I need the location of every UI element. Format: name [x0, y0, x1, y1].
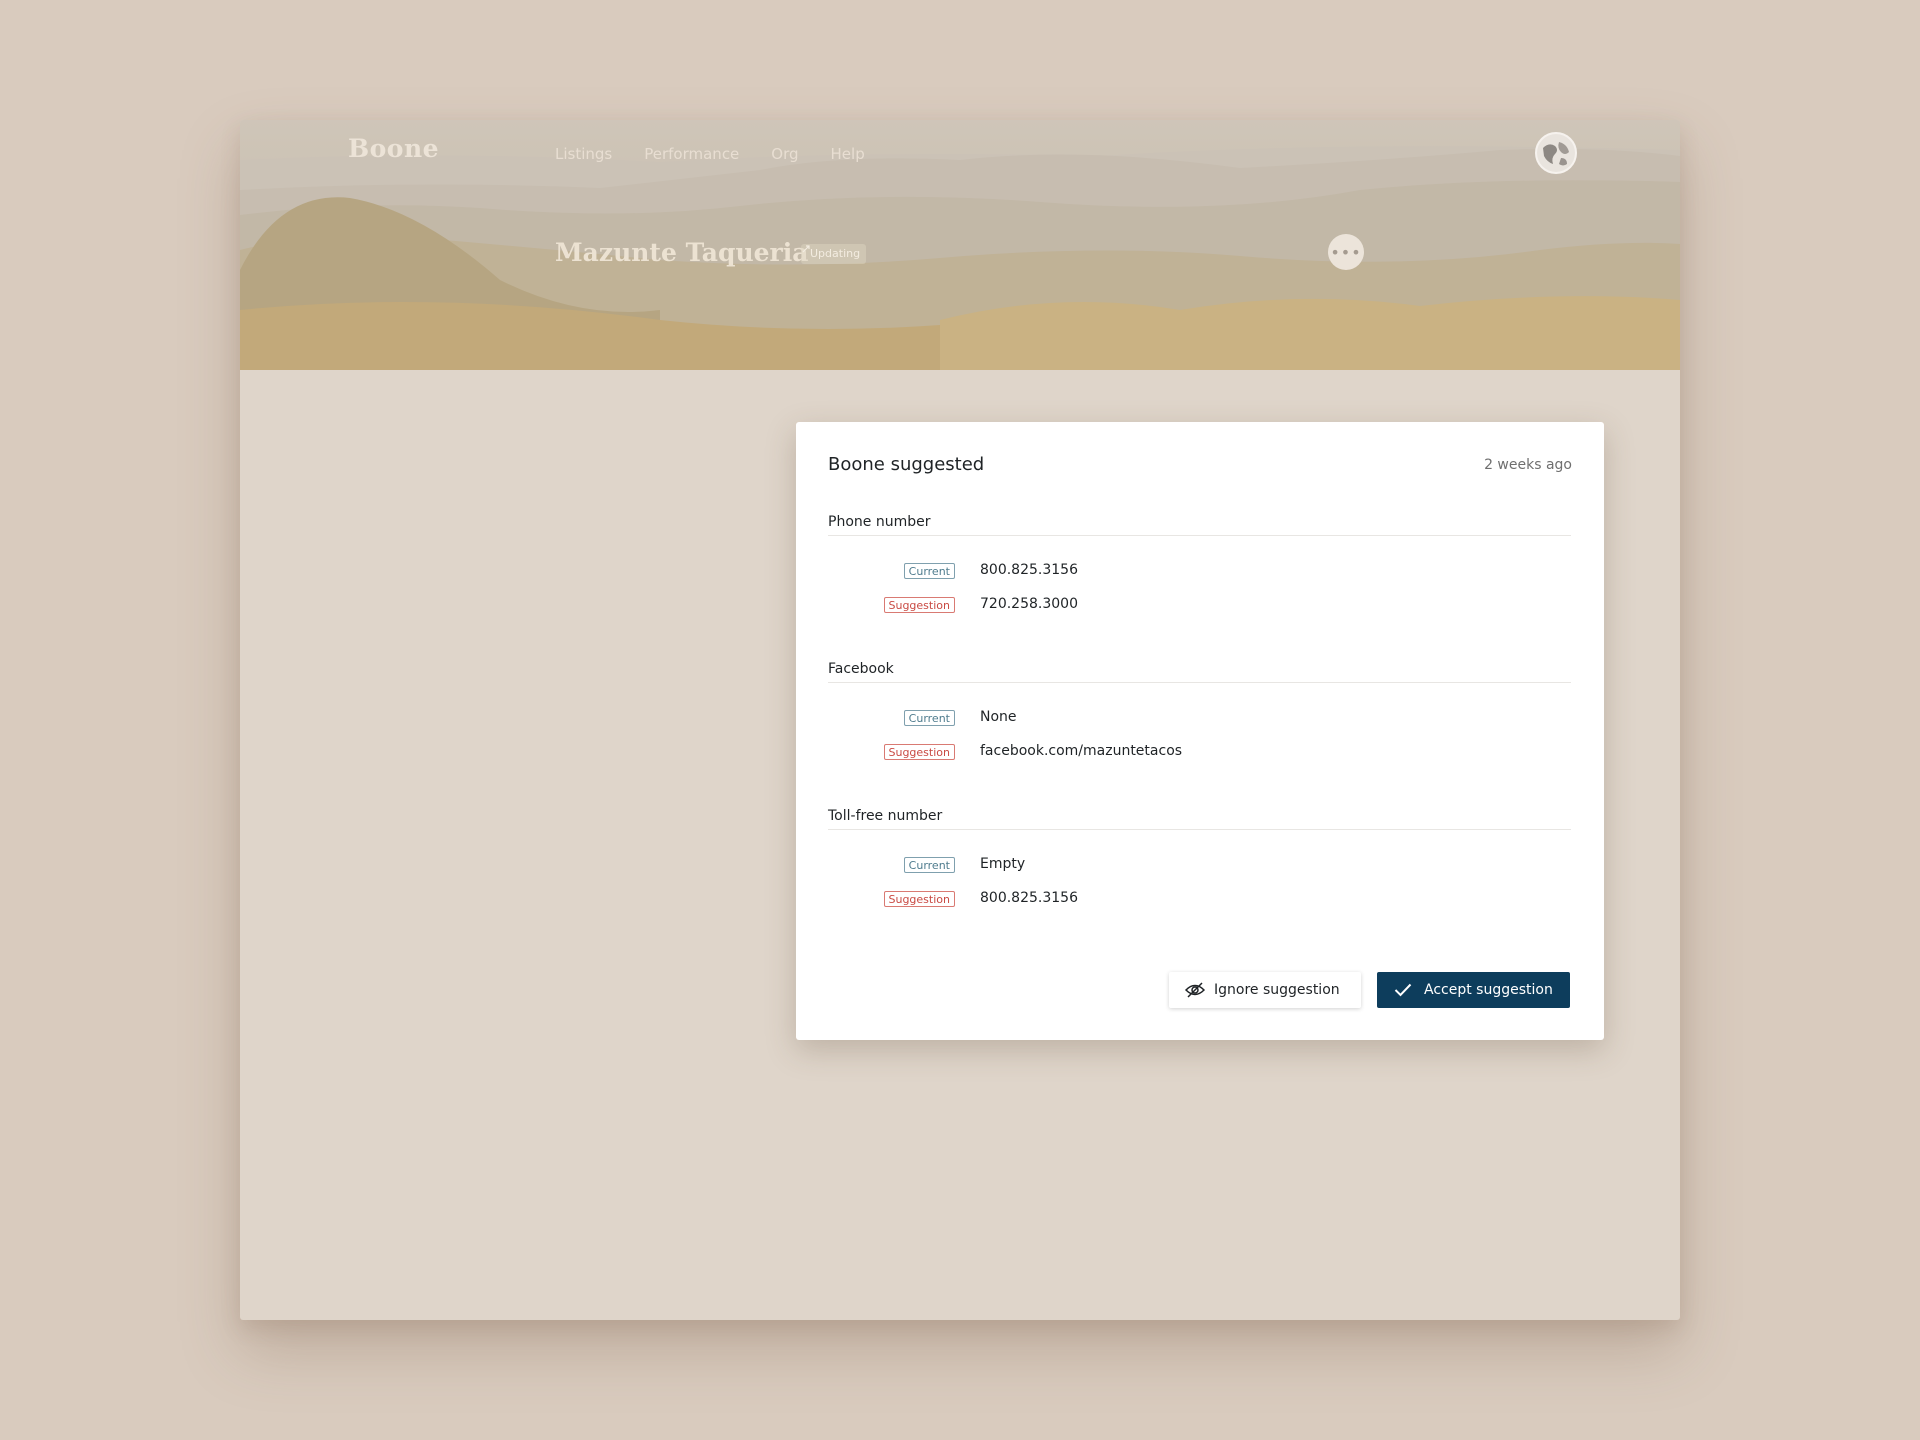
- suggestion-tag: Suggestion: [883, 744, 955, 760]
- landscape-image: [240, 120, 1680, 370]
- section-label: Toll-free number: [828, 808, 1571, 830]
- section-toll-free-number: Toll-free number Current Empty Suggestio…: [828, 808, 1571, 907]
- ellipsis-icon: •••: [1330, 242, 1362, 262]
- check-icon: [1394, 983, 1412, 997]
- nav-help[interactable]: Help: [831, 145, 865, 163]
- accept-suggestion-button[interactable]: Accept suggestion: [1377, 972, 1570, 1008]
- current-value: Empty: [980, 856, 1026, 872]
- avatar[interactable]: [1535, 132, 1577, 174]
- nav-performance[interactable]: Performance: [644, 145, 739, 163]
- status-badge: Updating: [801, 244, 867, 264]
- suggestion-tag: Suggestion: [883, 597, 955, 613]
- current-tag: Current: [903, 710, 955, 726]
- section-label: Facebook: [828, 661, 1571, 683]
- suggestion-row: Suggestion 800.825.3156: [828, 890, 1571, 910]
- ignore-suggestion-label: Ignore suggestion: [1214, 982, 1340, 998]
- suggestion-modal: Boone suggested 2 weeks ago Phone number…: [796, 422, 1604, 1040]
- suggestion-tag: Suggestion: [883, 891, 955, 907]
- nav-org[interactable]: Org: [771, 145, 798, 163]
- section-phone-number: Phone number Current 800.825.3156 Sugges…: [828, 514, 1571, 613]
- current-tag: Current: [903, 857, 955, 873]
- brand-logo[interactable]: Boone: [348, 134, 439, 163]
- suggestion-row: Suggestion 720.258.3000: [828, 596, 1571, 616]
- suggestion-row: Suggestion facebook.com/mazuntetacos: [828, 743, 1571, 763]
- current-row: Current None: [828, 709, 1571, 729]
- app-window: Boone Listings Performance Org Help Mazu…: [240, 120, 1680, 1320]
- section-label: Phone number: [828, 514, 1571, 536]
- more-options-button[interactable]: •••: [1328, 234, 1364, 270]
- suggestion-value: facebook.com/mazuntetacos: [980, 743, 1183, 759]
- current-row: Current 800.825.3156: [828, 562, 1571, 582]
- modal-timestamp: 2 weeks ago: [1484, 457, 1572, 473]
- status-badge-label: Updating: [810, 247, 861, 260]
- section-facebook: Facebook Current None Suggestion faceboo…: [828, 661, 1571, 760]
- listing-title: Mazunte Taqueria: [555, 238, 809, 267]
- accept-suggestion-label: Accept suggestion: [1424, 982, 1553, 998]
- current-value: 800.825.3156: [980, 562, 1078, 578]
- current-row: Current Empty: [828, 856, 1571, 876]
- hero-banner: Boone Listings Performance Org Help Mazu…: [240, 120, 1680, 370]
- nav-listings[interactable]: Listings: [555, 145, 612, 163]
- current-value: None: [980, 709, 1017, 725]
- current-tag: Current: [903, 563, 955, 579]
- ignore-suggestion-button[interactable]: Ignore suggestion: [1169, 972, 1361, 1008]
- eye-slash-icon: [1185, 982, 1205, 998]
- modal-title: Boone suggested: [828, 454, 985, 475]
- suggestion-value: 800.825.3156: [980, 890, 1078, 906]
- top-nav: Listings Performance Org Help: [555, 145, 865, 163]
- suggestion-value: 720.258.3000: [980, 596, 1078, 612]
- globe-icon: [1537, 134, 1575, 172]
